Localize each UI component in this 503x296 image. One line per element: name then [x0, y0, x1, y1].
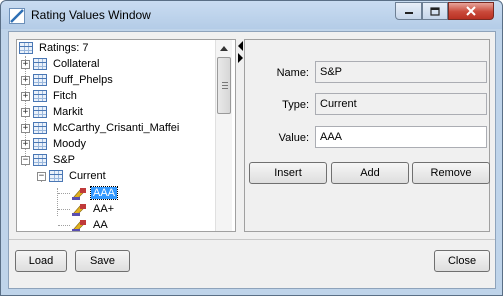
expand-icon[interactable]: +: [21, 139, 30, 149]
chevron-up-icon: [220, 45, 228, 51]
table-icon: [33, 74, 47, 86]
close-window-button[interactable]: [448, 2, 494, 20]
table-icon: [33, 58, 47, 70]
ratings-tree[interactable]: Ratings: 7 + Collateral + Duff_Phelps + …: [16, 39, 236, 232]
collapse-icon[interactable]: −: [21, 155, 30, 165]
client-area: Ratings: 7 + Collateral + Duff_Phelps + …: [8, 31, 496, 289]
table-icon: [33, 154, 47, 166]
save-button[interactable]: Save: [75, 250, 130, 272]
value-field[interactable]: [315, 126, 487, 148]
footer-divider: [9, 239, 495, 240]
table-icon: [33, 90, 47, 102]
tree-value-aa-plus[interactable]: AA+: [71, 201, 116, 217]
type-label: Type:: [282, 99, 309, 111]
table-icon: [49, 170, 63, 182]
rating-values-window: Rating Values Window Ratings: 7 + Collat…: [0, 0, 503, 296]
rating-value-icon: [72, 187, 86, 200]
value-label: Value:: [278, 132, 309, 144]
expand-icon[interactable]: +: [21, 107, 30, 117]
rating-value-icon: [72, 219, 86, 231]
tree-item-fitch[interactable]: + Fitch: [21, 88, 79, 104]
close-icon: [466, 6, 476, 16]
tree-root[interactable]: Ratings: 7: [19, 40, 91, 56]
minimize-icon: [404, 12, 413, 14]
table-icon: [33, 138, 47, 150]
rating-value-icon: [72, 203, 86, 216]
minimize-button[interactable]: [395, 2, 422, 20]
tree-item-sp[interactable]: − S&P: [21, 152, 77, 168]
expand-icon[interactable]: +: [21, 123, 30, 133]
table-icon: [33, 106, 47, 118]
tree-value-aaa[interactable]: AAA: [71, 185, 119, 201]
table-icon: [19, 42, 33, 54]
tree-item-current[interactable]: − Current: [37, 168, 108, 184]
app-icon: [9, 8, 25, 24]
window-title: Rating Values Window: [31, 8, 151, 22]
title-bar[interactable]: Rating Values Window: [1, 1, 502, 29]
tree-item-markit[interactable]: + Markit: [21, 104, 85, 120]
tree-item-mccarthy[interactable]: + McCarthy_Crisanti_Maffei: [21, 120, 181, 136]
close-button[interactable]: Close: [434, 250, 490, 272]
name-label: Name:: [276, 67, 309, 79]
expand-icon[interactable]: +: [21, 75, 30, 85]
type-field[interactable]: [315, 93, 487, 115]
tree-item-collateral[interactable]: + Collateral: [21, 56, 101, 72]
scroll-thumb[interactable]: [217, 57, 231, 114]
expand-icon[interactable]: +: [21, 91, 30, 101]
tree-value-aa[interactable]: AA: [71, 217, 110, 231]
scroll-up-button[interactable]: [216, 40, 232, 56]
selected-value: AAA: [89, 186, 119, 200]
maximize-icon: [430, 6, 440, 16]
detail-panel: Name: Type: Value: Insert Add Remove: [244, 39, 490, 232]
name-field[interactable]: [315, 61, 487, 83]
tree-item-moody[interactable]: + Moody: [21, 136, 88, 152]
collapse-icon[interactable]: −: [37, 171, 46, 181]
maximize-button[interactable]: [422, 2, 448, 20]
remove-button[interactable]: Remove: [412, 162, 490, 184]
expand-icon[interactable]: +: [21, 59, 30, 69]
tree-item-duff-phelps[interactable]: + Duff_Phelps: [21, 72, 115, 88]
insert-button[interactable]: Insert: [249, 162, 327, 184]
add-button[interactable]: Add: [331, 162, 409, 184]
table-icon: [33, 122, 47, 134]
tree-scrollbar[interactable]: [215, 40, 232, 231]
load-button[interactable]: Load: [15, 250, 67, 272]
